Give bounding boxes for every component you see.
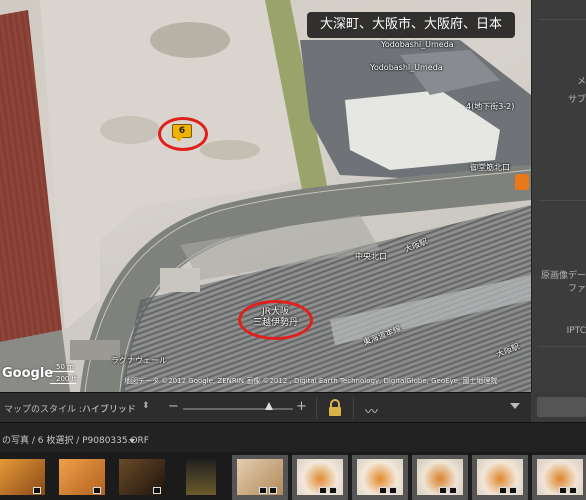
filmstrip-thumbnail-selected[interactable] [352, 455, 408, 500]
metadata-icon [439, 487, 447, 494]
toolbar-divider [353, 397, 354, 419]
filmstrip-thumbnail[interactable] [114, 455, 170, 500]
jr-osaka-line1: JR大阪 [262, 307, 289, 317]
filmstrip-source-path[interactable]: の写真 / 6 枚選択 / P9080335.ORF [2, 433, 149, 446]
map-marker-icon [509, 487, 517, 494]
metadata-icon [319, 487, 327, 494]
jr-osaka-highlight: JR大阪 三越伊勢丹 [238, 300, 313, 340]
panel-label-1: メ [576, 77, 586, 87]
chevron-down-icon[interactable] [129, 439, 135, 443]
map-style-label: マップのスタイル : [4, 405, 82, 415]
map-style-select[interactable]: ハイブリッド [82, 402, 136, 415]
map-marker-icon [569, 487, 577, 494]
metadata-panel: メ サブ 原画像デー ファ IPTC [531, 0, 586, 392]
panel-divider [538, 19, 586, 20]
metadata-icon [499, 487, 507, 494]
zoom-slider-thumb[interactable] [265, 402, 273, 410]
toolbar-menu-triangle-icon[interactable] [510, 403, 520, 409]
map-label-yodobashi: Yodobashi_Umeda [381, 40, 454, 49]
map-label-exit-4: 4(地下街3-2) [466, 102, 515, 111]
zoom-out-button[interactable]: − [168, 399, 179, 414]
toolbar-divider [316, 397, 317, 419]
panel-divider [538, 346, 586, 347]
filmstrip-thumbnail-selected[interactable] [532, 455, 586, 500]
panel-label-4: ファ [567, 284, 586, 294]
metadata-icon [93, 487, 101, 494]
filmstrip-thumbnail-selected[interactable] [472, 455, 528, 500]
metadata-icon [379, 487, 387, 494]
thumbnail-image [186, 459, 216, 495]
google-logo: Google [2, 366, 54, 381]
panel-bottom [531, 392, 586, 422]
map-copyright: 地図データ ©2012 Google, ZENRIN 画像 ©2012 , Di… [124, 377, 498, 385]
map-marker-icon [329, 487, 337, 494]
jr-osaka-line2: 三越伊勢丹 [252, 318, 298, 328]
scale-imperial-text: 200 ft [56, 375, 77, 383]
map-scale: 50 m 200 ft [50, 362, 110, 386]
map-marker-icon [449, 487, 457, 494]
map-view[interactable]: 大深町、大阪市、大阪府、日本 Yodobashi_Umeda Yodobashi… [0, 0, 531, 392]
chevron-updown-icon[interactable]: ⬍ [142, 401, 150, 411]
panel-label-2: サブ [567, 95, 586, 105]
photo-pin-highlight[interactable]: 6 [158, 117, 208, 151]
filmstrip [0, 452, 586, 500]
pin-pointer [175, 137, 183, 142]
tracklog-icon[interactable]: 〰 [365, 401, 378, 420]
lock-icon[interactable] [327, 398, 343, 418]
metadata-icon [259, 487, 267, 494]
map-label-lagrande: ラグナヴェール [111, 356, 167, 365]
filmstrip-thumbnail-selected[interactable] [232, 455, 288, 500]
panel-bottom-button[interactable] [537, 397, 586, 417]
scale-metric-text: 50 m [56, 363, 74, 371]
map-label-central-north: 中央北口 [355, 252, 387, 261]
scale-bar-imperial [50, 383, 76, 384]
panel-label-3: 原画像デー [540, 271, 586, 281]
location-banner: 大深町、大阪市、大阪府、日本 [307, 12, 515, 38]
panel-collapse-tab[interactable] [515, 174, 529, 190]
lightroom-map-window: 大深町、大阪市、大阪府、日本 Yodobashi_Umeda Yodobashi… [0, 0, 586, 500]
filmstrip-thumbnail-selected[interactable] [292, 455, 348, 500]
jr-osaka-label: JR大阪 三越伊勢丹 [241, 307, 310, 329]
scale-bar-metric [50, 371, 74, 372]
filmstrip-thumbnail[interactable] [0, 455, 50, 500]
zoom-in-button[interactable]: + [296, 399, 307, 414]
map-label-midosuji-north: 御堂筋北口 [470, 163, 510, 172]
map-label-yodobashi-2: Yodobashi_Umeda [370, 63, 443, 72]
photo-count-badge[interactable]: 6 [172, 124, 192, 138]
zoom-slider[interactable] [183, 408, 293, 410]
metadata-icon [33, 487, 41, 494]
metadata-icon [559, 487, 567, 494]
panel-label-5: IPTC [566, 326, 586, 336]
map-marker-icon [269, 487, 277, 494]
filmstrip-thumbnail[interactable] [54, 455, 110, 500]
map-marker-icon [389, 487, 397, 494]
filmstrip-header: の写真 / 6 枚選択 / P9080335.ORF [0, 422, 586, 452]
panel-divider [538, 200, 586, 201]
filmstrip-thumbnail-selected[interactable] [412, 455, 468, 500]
map-toolbar: マップのスタイル : ハイブリッド ⬍ − + 〰 [0, 392, 531, 422]
filmstrip-thumbnail[interactable] [174, 455, 230, 500]
metadata-icon [153, 487, 161, 494]
